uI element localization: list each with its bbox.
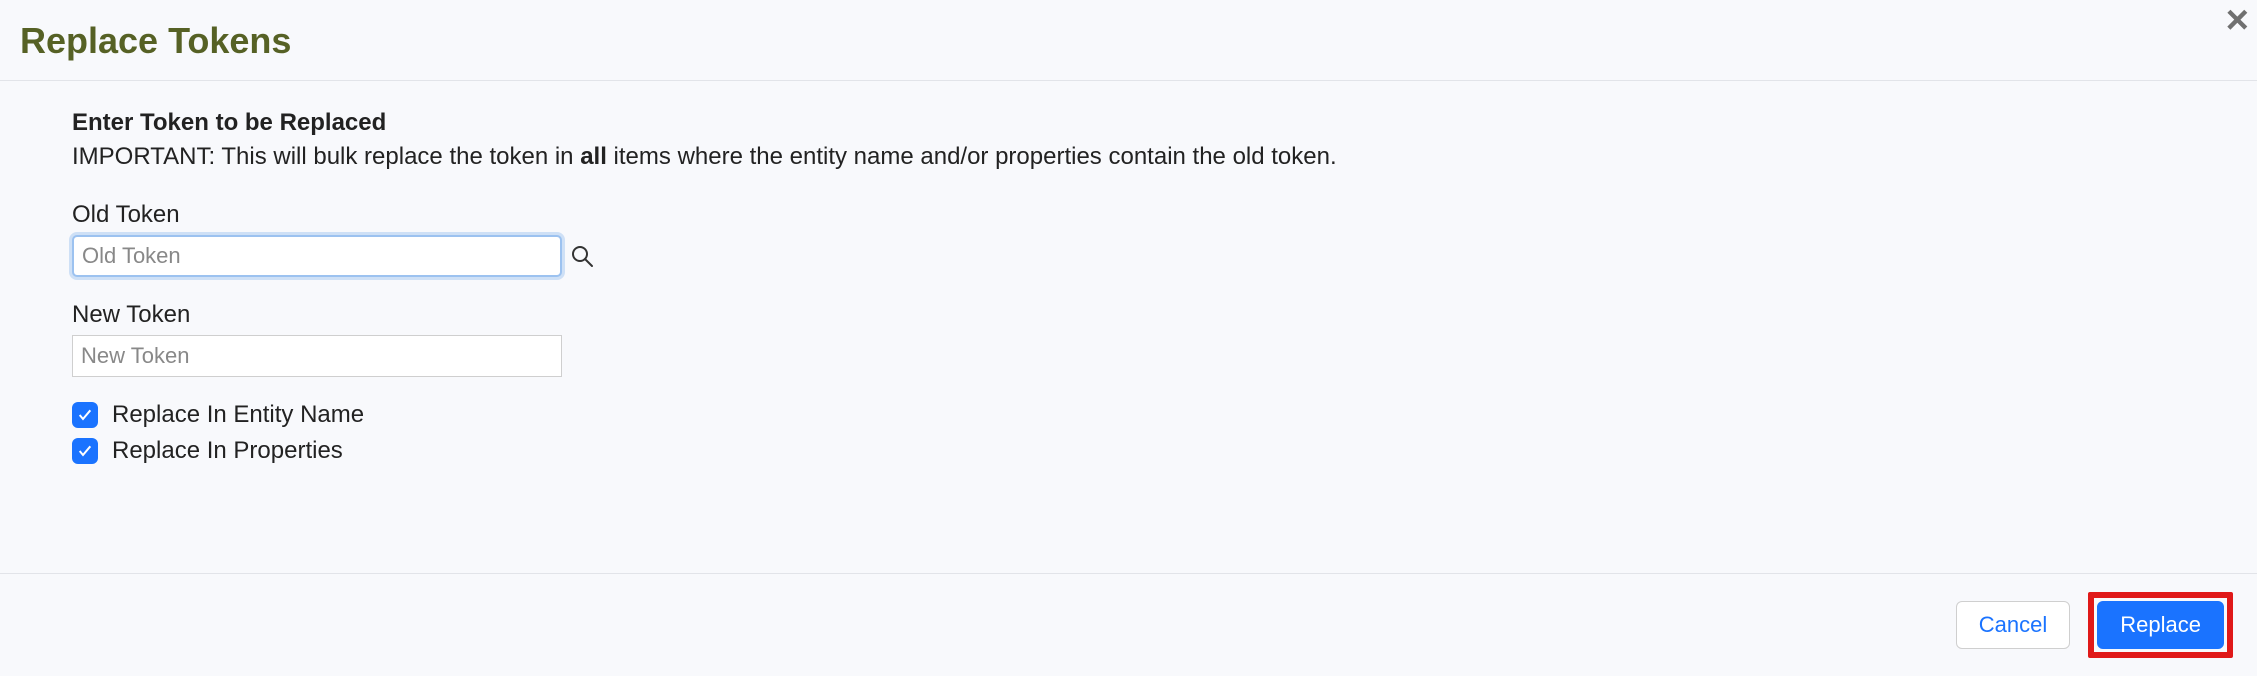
dialog-footer: Cancel Replace: [0, 573, 2257, 676]
old-token-row: [72, 235, 2237, 277]
replace-properties-checkbox[interactable]: [72, 438, 98, 464]
important-note: IMPORTANT: This will bulk replace the to…: [72, 143, 2237, 171]
new-token-group: New Token: [72, 301, 2237, 377]
replace-button[interactable]: Replace: [2097, 601, 2224, 649]
dialog-body: Enter Token to be Replaced IMPORTANT: Th…: [0, 81, 2257, 493]
search-icon[interactable]: [568, 242, 596, 270]
replace-entity-label: Replace In Entity Name: [112, 401, 364, 429]
old-token-group: Old Token: [72, 201, 2237, 277]
old-token-input[interactable]: [72, 235, 562, 277]
dialog-header: Replace Tokens: [0, 0, 2257, 81]
new-token-label: New Token: [72, 301, 2237, 329]
replace-properties-label: Replace In Properties: [112, 437, 343, 465]
section-title: Enter Token to be Replaced: [72, 109, 2237, 137]
close-icon[interactable]: ×: [2226, 0, 2249, 40]
replace-entity-row: Replace In Entity Name: [72, 401, 2237, 429]
important-prefix: IMPORTANT: This will bulk replace the to…: [72, 143, 580, 170]
replace-tokens-dialog: × Replace Tokens Enter Token to be Repla…: [0, 0, 2257, 676]
important-bold: all: [580, 143, 607, 170]
replace-entity-checkbox[interactable]: [72, 402, 98, 428]
new-token-row: [72, 335, 2237, 377]
replace-properties-row: Replace In Properties: [72, 437, 2237, 465]
replace-button-highlight: Replace: [2088, 592, 2233, 658]
important-suffix: items where the entity name and/or prope…: [607, 143, 1337, 170]
cancel-button[interactable]: Cancel: [1956, 601, 2070, 649]
dialog-title: Replace Tokens: [20, 20, 2237, 62]
new-token-input[interactable]: [72, 335, 562, 377]
old-token-label: Old Token: [72, 201, 2237, 229]
